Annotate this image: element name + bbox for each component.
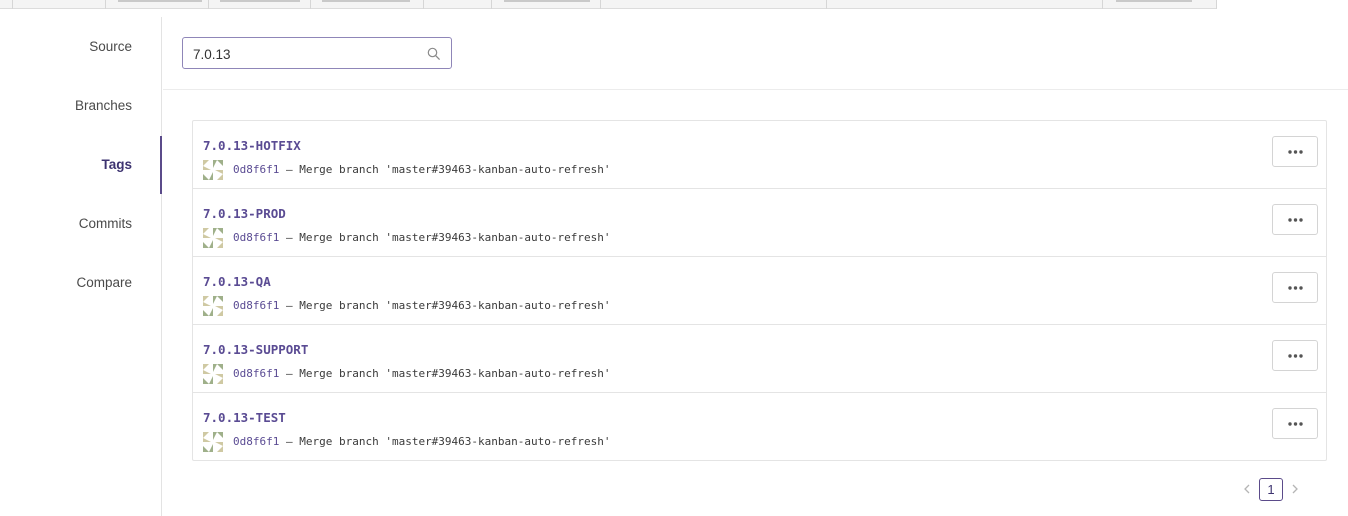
tab-label-fragment (220, 0, 300, 2)
more-icon (1288, 150, 1303, 154)
section-divider (163, 89, 1348, 90)
tag-actions-button[interactable] (1272, 340, 1318, 371)
commit-separator: – (285, 435, 293, 448)
tab-label-fragment (1116, 0, 1192, 2)
tag-actions-button[interactable] (1272, 136, 1318, 167)
browser-tab-strip (0, 0, 1348, 9)
tag-name-link[interactable]: 7.0.13-HOTFIX (203, 138, 301, 153)
commit-summary: 0d8f6f1 – Merge branch 'master#39463-kan… (233, 367, 611, 380)
pagination-page-current[interactable]: 1 (1259, 478, 1283, 501)
active-indicator (160, 136, 162, 194)
commit-message: Merge branch 'master#39463-kanban-auto-r… (299, 299, 611, 312)
sidebar-item-branches[interactable]: Branches (75, 98, 132, 113)
author-avatar (203, 160, 223, 180)
tag-search-input[interactable] (193, 45, 423, 63)
commit-summary: 0d8f6f1 – Merge branch 'master#39463-kan… (233, 435, 611, 448)
commit-message: Merge branch 'master#39463-kanban-auto-r… (299, 367, 611, 380)
sidebar-item-source[interactable]: Source (89, 39, 132, 54)
tag-actions-button[interactable] (1272, 272, 1318, 303)
tab-separator (208, 0, 209, 9)
tab-separator (12, 0, 13, 9)
tag-row: 7.0.13-SUPPORT 0d8f6f1 – Merge branch 'm… (193, 325, 1326, 393)
tab-label-fragment (504, 0, 590, 2)
tab-separator (310, 0, 311, 9)
tag-name-link[interactable]: 7.0.13-PROD (203, 206, 286, 221)
author-avatar (203, 296, 223, 316)
tab-separator (826, 0, 827, 9)
tag-name-link[interactable]: 7.0.13-SUPPORT (203, 342, 308, 357)
repository-sidebar: Source Branches Tags Commits Compare (0, 17, 162, 516)
commit-hash-link[interactable]: 0d8f6f1 (233, 367, 279, 380)
tag-actions-button[interactable] (1272, 408, 1318, 439)
tab-label-fragment (118, 0, 202, 2)
tag-actions-button[interactable] (1272, 204, 1318, 235)
tag-row: 7.0.13-QA 0d8f6f1 – Merge branch 'master… (193, 257, 1326, 325)
commit-separator: – (285, 299, 293, 312)
tag-row: 7.0.13-HOTFIX 0d8f6f1 – Merge branch 'ma… (193, 121, 1326, 189)
author-avatar (203, 228, 223, 248)
commit-hash-link[interactable]: 0d8f6f1 (233, 299, 279, 312)
tag-row: 7.0.13-TEST 0d8f6f1 – Merge branch 'mast… (193, 393, 1326, 461)
chevron-right-icon[interactable] (1289, 482, 1301, 496)
commit-summary: 0d8f6f1 – Merge branch 'master#39463-kan… (233, 299, 611, 312)
tab-label-fragment (322, 0, 410, 2)
tab-separator (1102, 0, 1103, 9)
more-icon (1288, 422, 1303, 426)
tag-search-box (182, 37, 452, 69)
sidebar-item-tags[interactable]: Tags (101, 157, 132, 172)
tab-separator (105, 0, 106, 9)
commit-message: Merge branch 'master#39463-kanban-auto-r… (299, 231, 611, 244)
sidebar-item-commits[interactable]: Commits (79, 216, 132, 231)
chevron-left-icon[interactable] (1241, 482, 1253, 496)
commit-message: Merge branch 'master#39463-kanban-auto-r… (299, 163, 611, 176)
tag-name-link[interactable]: 7.0.13-TEST (203, 410, 286, 425)
commit-separator: – (285, 163, 293, 176)
sidebar-item-compare[interactable]: Compare (76, 275, 132, 290)
commit-separator: – (285, 367, 293, 380)
tab-separator (600, 0, 601, 9)
more-icon (1288, 354, 1303, 358)
tag-name-link[interactable]: 7.0.13-QA (203, 274, 271, 289)
commit-summary: 0d8f6f1 – Merge branch 'master#39463-kan… (233, 163, 611, 176)
commit-hash-link[interactable]: 0d8f6f1 (233, 231, 279, 244)
commit-message: Merge branch 'master#39463-kanban-auto-r… (299, 435, 611, 448)
commit-hash-link[interactable]: 0d8f6f1 (233, 163, 279, 176)
commit-separator: – (285, 231, 293, 244)
tab-separator (491, 0, 492, 9)
more-icon (1288, 218, 1303, 222)
commit-hash-link[interactable]: 0d8f6f1 (233, 435, 279, 448)
author-avatar (203, 364, 223, 384)
search-icon[interactable] (427, 47, 440, 60)
tag-row: 7.0.13-PROD 0d8f6f1 – Merge branch 'mast… (193, 189, 1326, 257)
author-avatar (203, 432, 223, 452)
commit-summary: 0d8f6f1 – Merge branch 'master#39463-kan… (233, 231, 611, 244)
more-icon (1288, 286, 1303, 290)
tag-list: 7.0.13-HOTFIX 0d8f6f1 – Merge branch 'ma… (192, 120, 1327, 461)
tab-separator (423, 0, 424, 9)
tab-separator (1216, 0, 1217, 9)
